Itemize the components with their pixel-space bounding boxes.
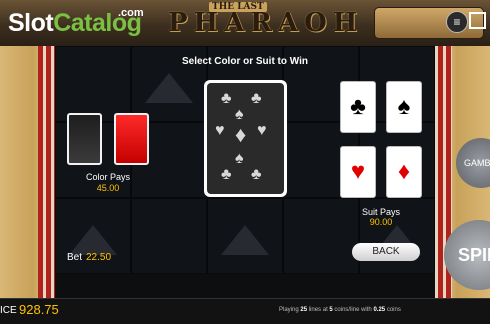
balance-label: ICE <box>0 305 17 316</box>
spade-icon: ♠ <box>235 150 244 167</box>
balance-value: 928.75 <box>19 302 59 317</box>
spade-icon: ♠ <box>235 106 244 123</box>
black-color-card[interactable] <box>67 113 102 165</box>
play-status-line: Playing 25 lines at 5 coins/line with 0.… <box>279 307 401 313</box>
spade-icon: ♠ <box>397 93 411 120</box>
club-icon: ♣ <box>221 166 232 183</box>
heart-icon: ♥ <box>215 122 225 139</box>
spades-suit-card[interactable]: ♠ <box>386 81 422 133</box>
diamond-icon: ♦ <box>397 158 411 185</box>
bet-value: 22.50 <box>86 252 112 263</box>
club-icon: ♣ <box>221 90 232 107</box>
back-button[interactable]: BACK <box>352 243 420 261</box>
game-title: PHARAOH <box>168 8 364 38</box>
card-back-pattern: ♣ ♣ ♠ ♥ ♦ ♥ ♠ ♣ ♣ <box>207 83 284 194</box>
clubs-suit-card[interactable]: ♣ <box>340 81 376 133</box>
color-pays-value: 45.00 <box>96 183 120 193</box>
color-pays-label: Color Pays <box>85 172 130 182</box>
heart-icon: ♥ <box>257 122 267 139</box>
hearts-suit-card[interactable]: ♥ <box>340 146 376 198</box>
hamburger-icon[interactable]: ≡ <box>446 11 468 33</box>
suit-pays-label: Suit Pays <box>361 207 401 217</box>
bet-label: Bet <box>67 252 83 263</box>
heart-icon: ♥ <box>350 158 366 185</box>
gamble-heading: Select Color or Suit to Win <box>181 56 309 67</box>
diamond-icon: ♦ <box>235 122 247 147</box>
red-color-card[interactable] <box>114 113 149 165</box>
fullscreen-icon[interactable] <box>469 12 486 29</box>
club-icon: ♣ <box>251 166 262 183</box>
watermark-domain: .com <box>118 7 144 19</box>
face-down-card: ♣ ♣ ♠ ♥ ♦ ♥ ♠ ♣ ♣ <box>204 80 287 197</box>
club-icon: ♣ <box>251 90 262 107</box>
suit-pays-value: 90.00 <box>369 217 393 227</box>
club-icon: ♣ <box>350 93 366 120</box>
bottom-bar <box>0 298 490 324</box>
left-curtain-decor <box>0 46 55 298</box>
diamonds-suit-card[interactable]: ♦ <box>386 146 422 198</box>
